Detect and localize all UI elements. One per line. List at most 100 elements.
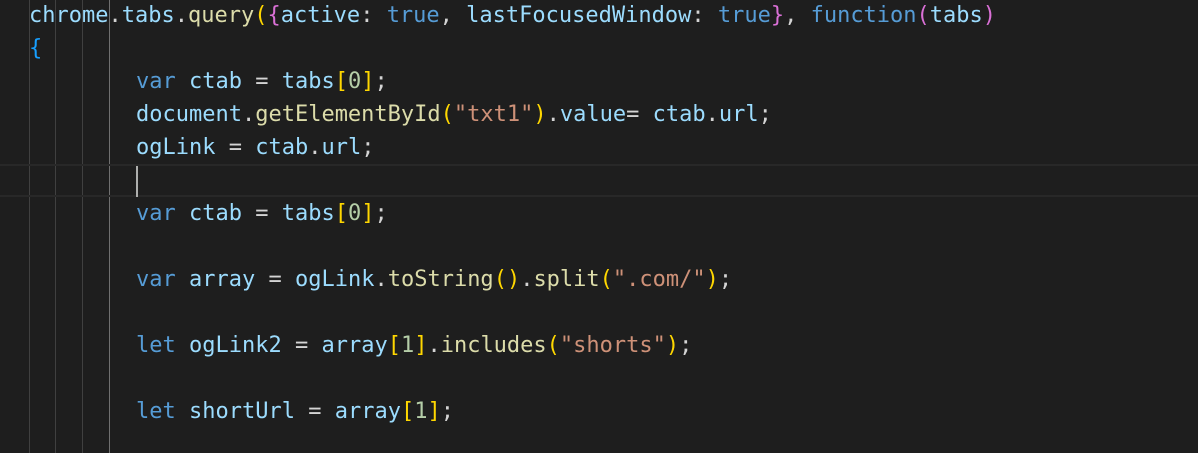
code-line[interactable]: let ogLink2 = array[1].includes("shorts"… <box>0 329 1198 362</box>
code-token: = <box>255 267 295 292</box>
code-token: ) <box>705 267 719 292</box>
code-line[interactable]: ogLink = ctab.url; <box>0 131 1198 164</box>
code-token: document <box>136 102 242 127</box>
code-token: , <box>439 3 467 28</box>
code-line[interactable] <box>0 230 1198 263</box>
code-token: = <box>215 135 256 160</box>
code-token: getElementById <box>255 102 441 127</box>
code-token: [ <box>334 201 348 226</box>
code-line-text: var array = ogLink.toString().split(".co… <box>136 263 732 296</box>
code-token: ; <box>361 135 375 160</box>
code-token: ogLink2 <box>189 333 282 358</box>
code-token: = <box>241 69 282 94</box>
code-token: function <box>810 3 917 28</box>
code-token: { <box>267 3 281 28</box>
code-token: ( <box>546 333 560 358</box>
code-line-text: chrome.tabs.query({active: true, lastFoc… <box>29 0 996 32</box>
code-token: ) <box>533 102 547 127</box>
code-token: ) <box>506 267 521 292</box>
code-token: , <box>784 3 811 28</box>
code-token: let <box>136 333 176 358</box>
code-line[interactable]: var ctab = tabs[0]; <box>0 65 1198 98</box>
code-line[interactable] <box>0 296 1198 329</box>
code-token: . <box>174 3 188 28</box>
code-token: url <box>321 135 362 160</box>
code-token: { <box>29 36 43 61</box>
code-token: ; <box>374 69 388 94</box>
code-token: ".com/" <box>612 267 706 292</box>
code-token: . <box>308 135 322 160</box>
code-token: ; <box>679 333 693 358</box>
code-token: . <box>546 102 560 127</box>
code-token: ] <box>427 399 441 424</box>
code-token: ) <box>665 333 680 358</box>
code-token: var <box>136 69 176 94</box>
code-token: ] <box>361 201 375 226</box>
code-token: ; <box>374 201 388 226</box>
code-token: "txt1" <box>453 102 534 127</box>
code-line[interactable] <box>0 362 1198 395</box>
code-token: ( <box>254 3 268 28</box>
code-line-text: let shortUrl = array[1]; <box>136 395 454 428</box>
code-token: } <box>770 3 785 28</box>
code-line-text: var ctab = tabs[0]; <box>136 197 388 230</box>
text-cursor <box>136 166 138 197</box>
code-line-current[interactable] <box>0 164 1198 197</box>
code-token: array <box>189 267 256 292</box>
code-token: [ <box>387 333 401 358</box>
code-token: ctab <box>189 201 242 226</box>
code-token: . <box>520 267 534 292</box>
code-token: ( <box>916 3 930 28</box>
code-token: : <box>360 3 387 28</box>
code-token: . <box>427 333 441 358</box>
code-token: toString <box>387 267 494 292</box>
code-token: value <box>559 102 627 127</box>
code-line[interactable]: chrome.tabs.query({active: true, lastFoc… <box>0 0 1198 32</box>
code-token: [ <box>334 69 348 94</box>
code-token: ; <box>440 399 454 424</box>
code-token: includes <box>440 333 547 358</box>
code-token: array <box>334 399 401 424</box>
code-token: ctab <box>189 69 242 94</box>
code-token: : <box>691 3 718 28</box>
code-token: var <box>136 267 176 292</box>
code-token: . <box>241 102 256 127</box>
code-token: 0 <box>347 69 362 94</box>
code-line[interactable]: var array = ogLink.toString().split(".co… <box>0 263 1198 296</box>
code-token: url <box>718 102 759 127</box>
code-token: split <box>533 267 600 292</box>
code-token: query <box>187 3 255 28</box>
code-token: "shorts" <box>559 333 666 358</box>
code-token: ; <box>718 267 733 292</box>
code-editor[interactable]: chrome.tabs.query({active: true, lastFoc… <box>0 0 1198 453</box>
code-line-text: document.getElementById("txt1").value= c… <box>136 98 772 131</box>
code-line-text: { <box>29 32 42 65</box>
code-token: ogLink <box>294 267 375 292</box>
code-token: . <box>374 267 388 292</box>
code-token: true <box>386 3 440 28</box>
code-token: true <box>717 3 771 28</box>
code-token: ; <box>758 102 772 127</box>
code-line[interactable]: var ctab = tabs[0]; <box>0 197 1198 230</box>
code-token: . <box>108 3 122 28</box>
code-token: var <box>136 201 176 226</box>
code-line[interactable]: let shortUrl = array[1]; <box>0 395 1198 428</box>
code-token: 0 <box>347 201 362 226</box>
code-token: ogLink <box>136 135 216 160</box>
code-line[interactable]: { <box>0 32 1198 65</box>
code-token: . <box>705 102 719 127</box>
code-token: ( <box>440 102 454 127</box>
code-token: = <box>626 102 653 127</box>
code-token: tabs <box>929 3 983 28</box>
code-token: ) <box>982 3 997 28</box>
code-token: = <box>281 333 322 358</box>
code-token: let <box>136 399 176 424</box>
code-token: chrome <box>29 3 109 28</box>
code-line[interactable]: document.getElementById("txt1").value= c… <box>0 98 1198 131</box>
code-line-text: var ctab = tabs[0]; <box>136 65 388 98</box>
code-token: active <box>280 3 361 28</box>
